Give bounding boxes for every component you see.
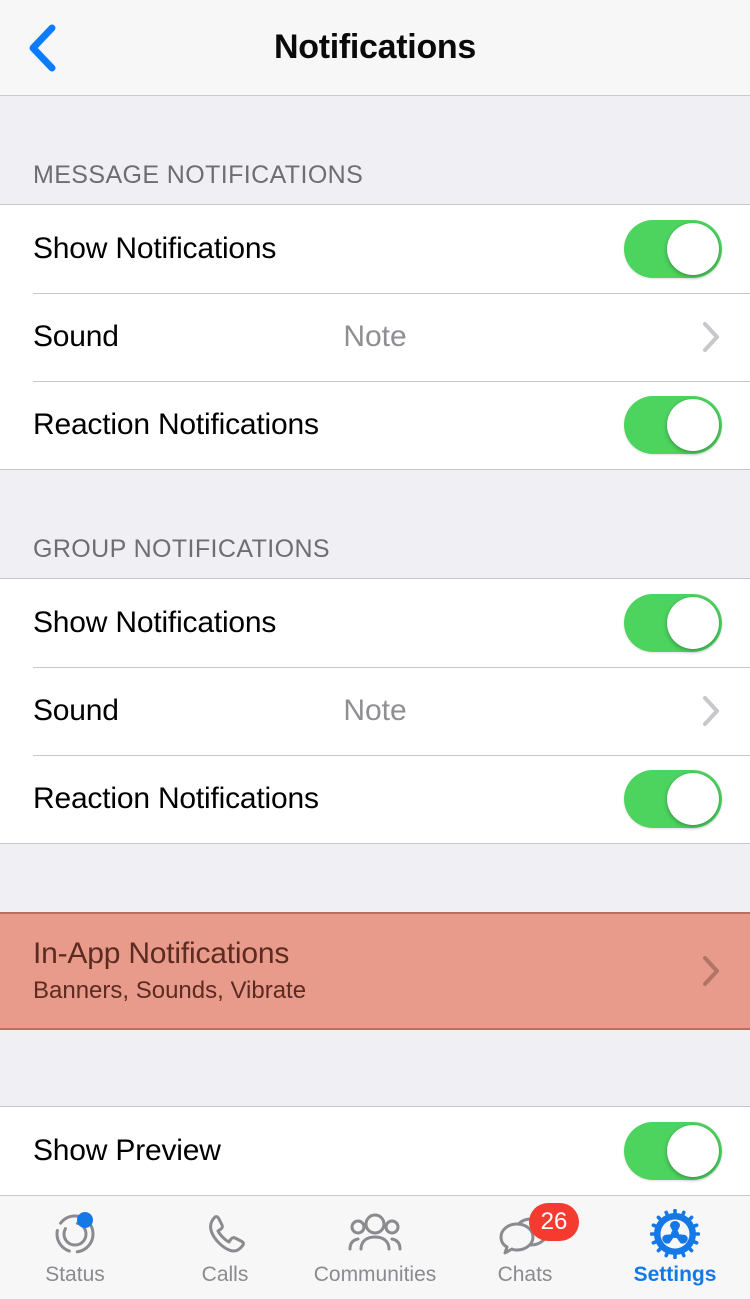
tab-label: Settings [633,1262,717,1286]
toggle-knob [667,399,719,451]
phone-icon [202,1209,248,1259]
show-notifications-toggle-group[interactable] [624,594,722,652]
section-gap-2 [0,1030,750,1106]
in-app-notifications-text: In-App Notifications Banners, Sounds, Vi… [33,937,306,1005]
row-show-preview[interactable]: Show Preview [0,1107,750,1195]
chat-bubbles-icon: 26 [498,1202,579,1259]
tab-chats[interactable]: 26 Chats [450,1196,600,1299]
group-group-notifications: Show Notifications Sound Note Reaction N… [0,578,750,844]
status-unread-dot [77,1211,93,1228]
communities-icon [347,1209,403,1259]
chevron-right-icon [700,953,722,989]
toggle-knob [667,597,719,649]
show-preview-toggle[interactable] [624,1122,722,1180]
row-subtitle: Banners, Sounds, Vibrate [33,977,307,1004]
chevron-left-icon [25,22,59,74]
page-title: Notifications [274,28,476,66]
reaction-notifications-toggle-group[interactable] [624,770,722,828]
row-show-notifications-message[interactable]: Show Notifications [0,205,750,293]
row-label: Reaction Notifications [33,408,319,441]
tab-status[interactable]: Status [0,1196,150,1299]
gear-icon [650,1208,700,1259]
section-header-group-notifications: GROUP NOTIFICATIONS [0,470,750,578]
row-label: Sound [33,694,119,727]
toggle-knob [667,773,719,825]
navigation-bar: Notifications [0,0,750,96]
row-label: In-App Notifications [33,937,290,970]
settings-list: MESSAGE NOTIFICATIONS Show Notifications… [0,96,750,1195]
tab-settings[interactable]: Settings [600,1196,750,1299]
group-message-notifications: Show Notifications Sound Note Reaction N… [0,204,750,470]
tab-label: Status [45,1262,105,1286]
notifications-settings-screen: Notifications MESSAGE NOTIFICATIONS Show… [0,0,750,1299]
row-reaction-notifications-group[interactable]: Reaction Notifications [0,755,750,843]
tab-label: Communities [313,1262,437,1286]
tab-label: Calls [201,1262,249,1286]
row-label: Show Notifications [33,232,277,265]
chevron-right-icon [700,693,722,729]
chevron-right-icon [700,319,722,355]
row-label: Show Notifications [33,606,277,639]
toggle-knob [667,223,719,275]
toggle-knob [667,1125,719,1177]
group-show-preview: Show Preview [0,1106,750,1195]
row-in-app-notifications[interactable]: In-App Notifications Banners, Sounds, Vi… [0,912,750,1030]
row-label: Show Preview [33,1134,221,1167]
row-label: Sound [33,320,119,353]
status-ring-icon [51,1209,99,1259]
tab-label: Chats [497,1262,553,1286]
chats-unread-badge: 26 [529,1202,579,1241]
section-header-message-notifications: MESSAGE NOTIFICATIONS [0,96,750,204]
row-reaction-notifications-message[interactable]: Reaction Notifications [0,381,750,469]
tab-bar: Status Calls Communities 26 Chats Settin… [0,1195,750,1299]
tab-calls[interactable]: Calls [150,1196,300,1299]
section-gap [0,844,750,912]
show-notifications-toggle[interactable] [624,220,722,278]
row-label: Reaction Notifications [33,782,319,815]
row-sound-group[interactable]: Sound Note [0,667,750,755]
reaction-notifications-toggle[interactable] [624,396,722,454]
back-button[interactable] [14,20,70,76]
row-show-notifications-group[interactable]: Show Notifications [0,579,750,667]
tab-communities[interactable]: Communities [300,1196,450,1299]
row-sound-message[interactable]: Sound Note [0,293,750,381]
